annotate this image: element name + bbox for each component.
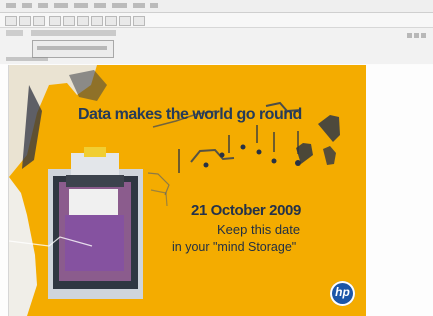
event-date: 21 October 2009: [191, 202, 301, 219]
hp-logo: hp: [330, 281, 355, 306]
icon-three[interactable]: [421, 33, 426, 38]
hp-logo-text: hp: [335, 285, 350, 299]
next-button[interactable]: [133, 16, 145, 26]
icon-two[interactable]: [414, 33, 419, 38]
flag-button[interactable]: [105, 16, 117, 26]
event-poster: Data makes the world go round 21 October…: [8, 65, 366, 316]
menu-item-tools[interactable]: [94, 3, 106, 8]
reply-all-button[interactable]: [19, 16, 31, 26]
reply-button[interactable]: [5, 16, 17, 26]
junk-button[interactable]: [91, 16, 103, 26]
menu-item-view[interactable]: [38, 3, 48, 8]
menu-item-file[interactable]: [6, 3, 16, 8]
menu-item-extra[interactable]: [150, 3, 158, 8]
email-window: [0, 0, 433, 64]
menu-item-format[interactable]: [74, 3, 88, 8]
previous-button[interactable]: [119, 16, 131, 26]
poster-title: Data makes the world go round: [78, 106, 302, 123]
menu-item-edit[interactable]: [22, 3, 32, 8]
keep-date-text: Keep this date: [217, 222, 301, 237]
from-value: [31, 30, 116, 36]
move-button[interactable]: [77, 16, 89, 26]
menu-item-insert[interactable]: [54, 3, 68, 8]
message-status: [0, 56, 433, 64]
info-bar-text: [37, 46, 107, 50]
from-label: [6, 30, 23, 36]
toolbar: [0, 13, 433, 28]
menu-item-actions[interactable]: [112, 3, 127, 8]
header-actions: [407, 33, 427, 41]
print-button[interactable]: [49, 16, 61, 26]
icon-one[interactable]: [407, 33, 412, 38]
menu-item-help[interactable]: [133, 3, 145, 8]
status-text: [6, 57, 48, 61]
menu-bar: [0, 0, 433, 13]
poster-art: [9, 65, 366, 316]
delete-button[interactable]: [63, 16, 75, 26]
mind-storage-text: in your "mind Storage": [172, 240, 297, 254]
message-header-from: [0, 28, 433, 38]
forward-button[interactable]: [33, 16, 45, 26]
